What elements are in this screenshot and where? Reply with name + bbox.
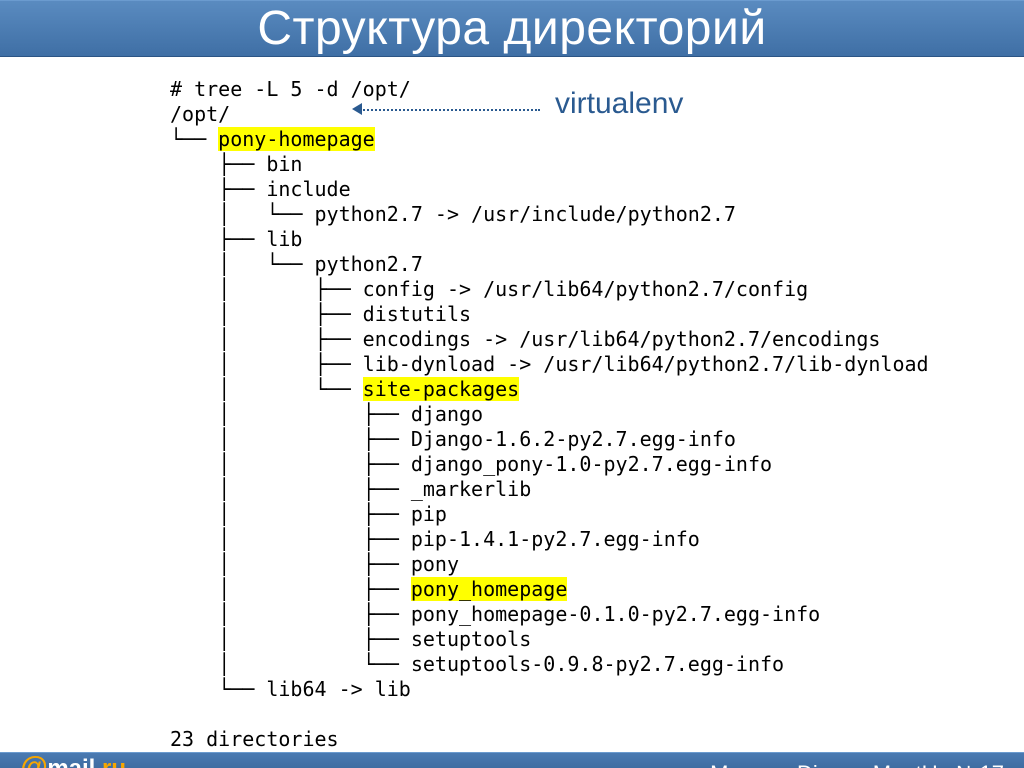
tree-py-include: python2.7 -> /usr/include/python2.7 (315, 202, 736, 226)
tree-encodings: encodings -> /usr/lib64/python2.7/encodi… (363, 327, 881, 351)
tree-cmd: # tree -L 5 -d /opt/ (170, 77, 411, 101)
tree-summary: 23 directories (170, 727, 339, 751)
callout-label: virtualenv (555, 87, 683, 121)
slide: Структура директорий virtualenv # tree -… (0, 0, 1024, 768)
tree-distutils: distutils (363, 302, 471, 326)
tree-setuptools-egg: setuptools-0.9.8-py2.7.egg-info (411, 652, 784, 676)
footer-bar: @mail.ru group Moscow Django MeetUp №17 (0, 752, 1024, 768)
tree-root: /opt/ (170, 102, 230, 126)
tree-pony: pony (411, 552, 459, 576)
tree-py-lib: python2.7 (315, 252, 423, 276)
tree-lib64: lib64 -> lib (266, 677, 411, 701)
tree-setuptools: setuptools (411, 627, 531, 651)
title-bar: Структура директорий (0, 0, 1024, 57)
tree-django: django (411, 402, 483, 426)
tree-config: config -> /usr/lib64/python2.7/config (363, 277, 809, 301)
logo-at: @ (20, 753, 47, 768)
tree-pip: pip (411, 502, 447, 526)
tree-pony-homepage-egg: pony_homepage-0.1.0-py2.7.egg-info (411, 602, 820, 626)
footer-event: Moscow Django MeetUp №17 (710, 761, 1004, 768)
slide-title: Структура директорий (257, 1, 766, 56)
logo: @mail.ru group (20, 753, 126, 768)
tree-dynload: lib-dynload -> /usr/lib64/python2.7/lib-… (363, 352, 929, 376)
tree-pony-homepage: pony-homepage (218, 127, 375, 151)
logo-mail: mail (47, 757, 95, 768)
tree-include: include (266, 177, 350, 201)
logo-ru: .ru (95, 757, 126, 768)
tree-site-packages: site-packages (363, 377, 520, 401)
tree-lib: lib (266, 227, 302, 251)
arrow-line (360, 109, 540, 111)
tree-output: # tree -L 5 -d /opt/ /opt/ └── pony-home… (170, 77, 1024, 752)
tree-markerlib: _markerlib (411, 477, 531, 501)
tree-django-egg: Django-1.6.2-py2.7.egg-info (411, 427, 736, 451)
tree-pip-egg: pip-1.4.1-py2.7.egg-info (411, 527, 700, 551)
tree-bin: bin (266, 152, 302, 176)
arrow-icon (352, 103, 362, 115)
tree-pony-homepage-pkg: pony_homepage (411, 577, 568, 601)
content-area: virtualenv # tree -L 5 -d /opt/ /opt/ └─… (0, 57, 1024, 752)
tree-django-pony: django_pony-1.0-py2.7.egg-info (411, 452, 772, 476)
